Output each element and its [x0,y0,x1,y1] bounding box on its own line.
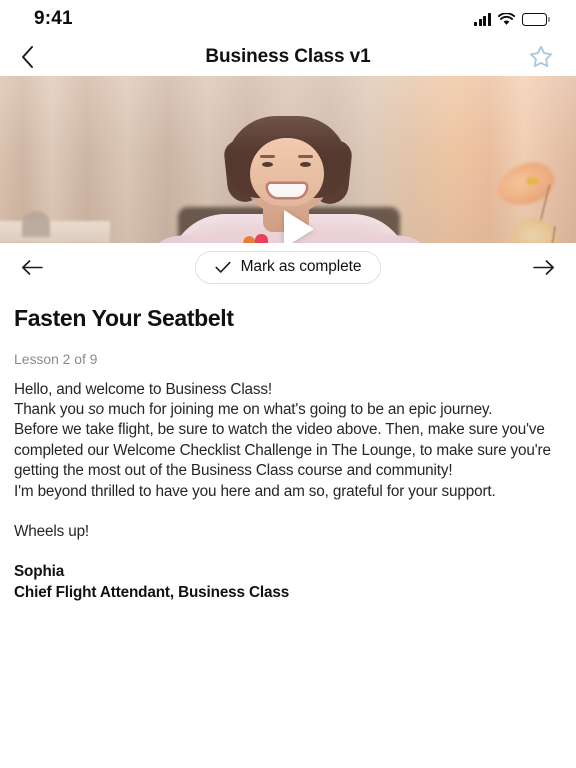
status-bar-time: 9:41 [34,8,73,29]
status-bar-icons [474,12,550,26]
thanks-before: Thank you [14,401,89,418]
battery-full-icon [521,12,550,26]
status-bar: 9:41 [0,0,576,38]
favorite-button[interactable] [524,40,558,74]
previous-lesson-button[interactable] [14,249,50,285]
next-lesson-button[interactable] [526,249,562,285]
back-button[interactable] [10,40,44,74]
page-title: Business Class v1 [205,46,371,67]
app-header: Business Class v1 [0,38,576,76]
lesson-paragraph-thanks: Thank you so much for joining me on what… [14,400,554,420]
app-screen: 9:41 Business Class v1 Mark as complete … [0,0,576,768]
lesson-body: Hello, and welcome to Business Class! Th… [14,380,554,604]
lesson-navigation: Mark as complete [0,243,576,291]
video-thumbnail[interactable] [0,76,576,243]
signature-name: Sophia [14,563,65,581]
lesson-progress-label: Lesson 2 of 9 [14,350,98,367]
lesson-paragraph-greeting: Hello, and welcome to Business Class! [14,380,273,398]
arrow-right-icon [533,259,554,275]
lesson-title: Fasten Your Seatbelt [14,305,234,331]
signature-role: Chief Flight Attendant, Business Class [14,583,290,601]
mark-as-complete-button[interactable]: Mark as complete [194,250,382,284]
play-triangle-icon[interactable] [284,210,314,243]
mark-as-complete-label: Mark as complete [240,258,362,275]
wifi-icon [497,12,515,26]
lesson-paragraph-gratitude: I'm beyond thrilled to have you here and… [14,482,496,500]
thanks-after: much for joining me on what's going to b… [104,401,493,418]
lesson-paragraph-closing: Wheels up! [14,523,90,541]
signature-spacer [14,542,554,562]
thanks-emphasis: so [88,401,105,418]
signal-bars-icon [474,12,491,26]
arrow-left-icon [22,259,43,275]
lesson-paragraph-instructions: Before we take flight, be sure to watch … [14,421,551,480]
star-outline-icon [529,45,553,68]
lesson-content: Fasten Your Seatbelt Lesson 2 of 9 Hello… [0,291,576,768]
checkmark-icon [215,261,231,273]
chevron-left-icon [21,46,33,68]
